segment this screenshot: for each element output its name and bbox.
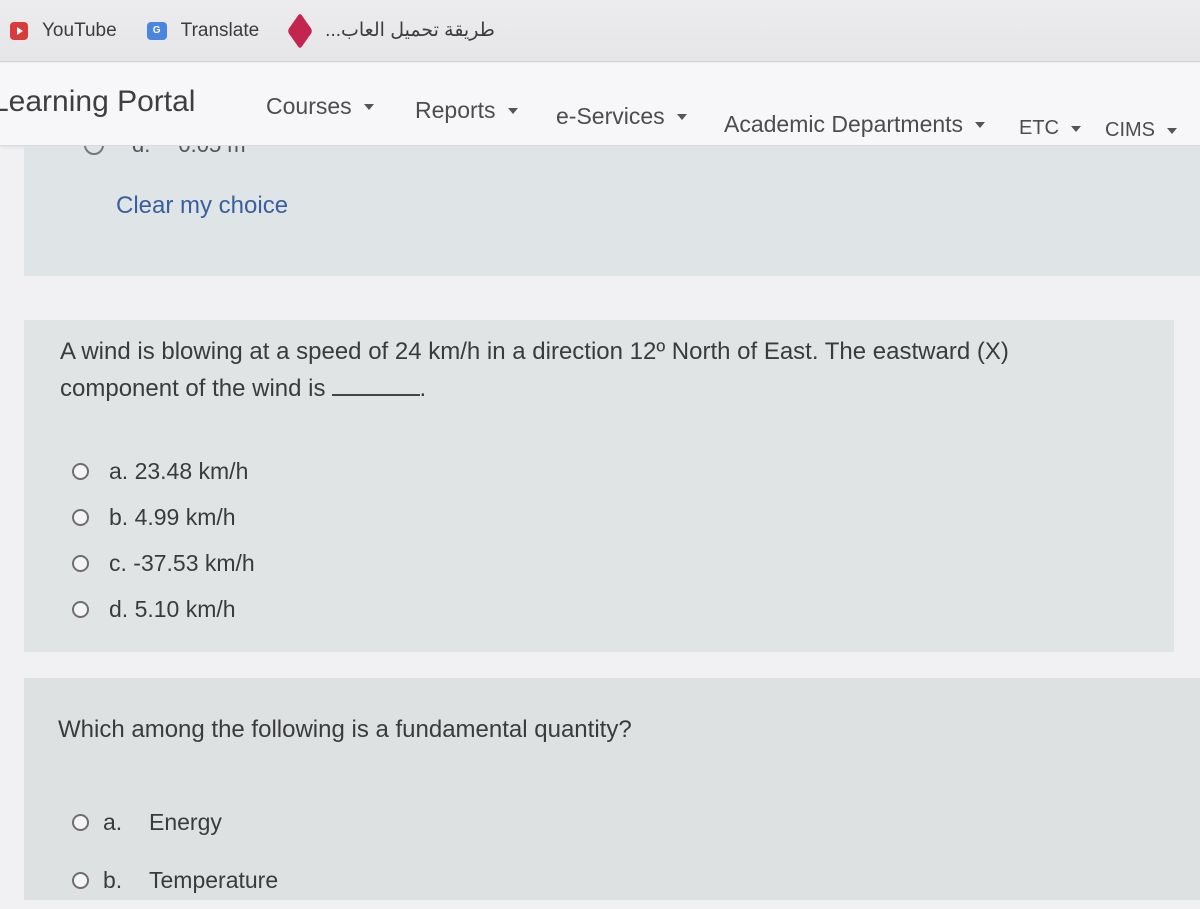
question-text: A wind is blowing at a speed of 24 km/h … bbox=[60, 334, 1080, 407]
bookmark-label: Translate bbox=[180, 19, 260, 41]
radio-button[interactable] bbox=[72, 462, 89, 480]
google-translate-icon: G bbox=[146, 21, 167, 40]
nav-label: Reports bbox=[415, 97, 496, 123]
question-panel-fundamental-quantity: Which among the following is a fundament… bbox=[24, 678, 1200, 900]
nav-label: Courses bbox=[266, 93, 352, 119]
option-text: 4.99 km/h bbox=[134, 503, 236, 530]
option-letter: b. bbox=[103, 866, 123, 893]
previous-question-panel: d. 0.05 m Clear my choice bbox=[24, 146, 1200, 276]
nav-etc-dropdown[interactable]: ETC bbox=[1019, 117, 1081, 140]
bookmarks-bar: YouTube G Translate طريقة تحميل العاب... bbox=[0, 0, 1200, 62]
option-letter: b. bbox=[109, 503, 129, 530]
nav-e-services-dropdown[interactable]: e-Services bbox=[556, 103, 687, 130]
option-text: -37.53 km/h bbox=[133, 549, 255, 576]
caret-down-icon bbox=[1167, 127, 1177, 134]
option-text: 23.48 km/h bbox=[134, 457, 249, 484]
site-navbar: Learning Portal Courses Reports e-Servic… bbox=[0, 63, 1200, 146]
site-brand-link[interactable]: Learning Portal bbox=[0, 85, 195, 119]
answer-blank bbox=[331, 370, 420, 396]
answer-option-a[interactable]: a. 23.48 km/h bbox=[72, 448, 255, 494]
radio-button[interactable] bbox=[72, 871, 89, 889]
option-letter: d. bbox=[109, 595, 129, 622]
bookmark-youtube[interactable]: YouTube bbox=[10, 20, 117, 42]
bookmark-label: طريقة تحميل العاب... bbox=[325, 20, 495, 41]
radio-button[interactable] bbox=[72, 554, 89, 572]
answer-option-b[interactable]: b. Temperature bbox=[72, 851, 278, 909]
nav-label: CIMS bbox=[1105, 119, 1155, 141]
caret-down-icon bbox=[1071, 125, 1081, 132]
youtube-icon bbox=[10, 21, 28, 40]
question-panel-wind: A wind is blowing at a speed of 24 km/h … bbox=[24, 320, 1174, 652]
answer-options: a. 23.48 km/h b. 4.99 km/h c. -37.53 km/… bbox=[72, 448, 255, 632]
answer-option-b[interactable]: b. 4.99 km/h bbox=[72, 494, 255, 540]
question-text-end: . bbox=[419, 375, 427, 402]
bookmark-translate[interactable]: G Translate bbox=[146, 19, 260, 42]
nav-cims-dropdown[interactable]: CIMS bbox=[1105, 119, 1177, 142]
nav-label: ETC bbox=[1019, 117, 1059, 139]
answer-options: a. Energy b. Temperature bbox=[72, 793, 278, 909]
radio-button[interactable] bbox=[72, 508, 89, 526]
radio-button[interactable] bbox=[72, 813, 89, 831]
nav-label: e-Services bbox=[556, 103, 665, 129]
nav-courses-dropdown[interactable]: Courses bbox=[266, 93, 374, 120]
bookmark-label: YouTube bbox=[42, 19, 117, 41]
caret-down-icon bbox=[363, 103, 374, 110]
option-text: 5.10 km/h bbox=[134, 595, 236, 622]
option-letter: a. bbox=[109, 457, 129, 484]
answer-option-c[interactable]: c. -37.53 km/h bbox=[72, 540, 255, 586]
bookmark-games-site[interactable]: طريقة تحميل العاب... bbox=[287, 12, 495, 49]
question-text: Which among the following is a fundament… bbox=[58, 716, 632, 743]
answer-option-a[interactable]: a. Energy bbox=[72, 793, 278, 851]
caret-down-icon bbox=[975, 121, 986, 128]
radio-button[interactable] bbox=[72, 600, 89, 618]
answer-option-d[interactable]: d. 5.10 km/h bbox=[72, 586, 255, 632]
caret-down-icon bbox=[676, 113, 687, 120]
nav-reports-dropdown[interactable]: Reports bbox=[415, 97, 518, 124]
nav-academic-departments-dropdown[interactable]: Academic Departments bbox=[724, 111, 986, 138]
option-text: Energy bbox=[149, 808, 222, 835]
question-text-body: A wind is blowing at a speed of 24 km/h … bbox=[60, 338, 1009, 402]
option-letter: a. bbox=[103, 808, 123, 835]
option-text: Temperature bbox=[149, 866, 279, 893]
caret-down-icon bbox=[507, 107, 518, 114]
nav-label: Academic Departments bbox=[724, 111, 964, 137]
option-letter: c. bbox=[109, 549, 127, 576]
clear-my-choice-link[interactable]: Clear my choice bbox=[116, 192, 288, 220]
games-site-icon bbox=[287, 12, 313, 49]
